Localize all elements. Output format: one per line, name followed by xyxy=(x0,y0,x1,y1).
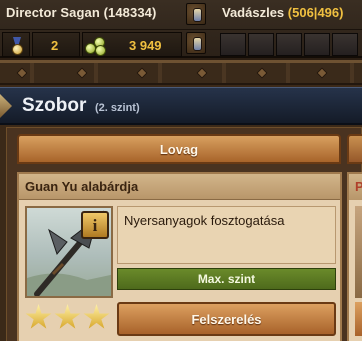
star-icon xyxy=(25,304,52,329)
window-content: Lovag Guan Yu alabárdja i Nyersanyagok f… xyxy=(6,127,362,341)
empty-slot[interactable] xyxy=(276,33,302,56)
status-row-resources: 2 3 949 xyxy=(0,29,362,58)
item-name: Guan Yu alabárdja xyxy=(25,179,139,194)
empty-slot[interactable] xyxy=(332,33,358,56)
player-name: Director Sagan xyxy=(6,5,100,20)
star-icon xyxy=(54,304,81,329)
rank-badge-icon-2[interactable] xyxy=(186,32,206,54)
player-name-label: Director Sagan (148334) xyxy=(6,5,156,20)
level-status: Max. szint xyxy=(197,272,256,286)
coins-icon xyxy=(85,37,107,57)
statue-window: Szobor (2. szint) Lovag Guan Yu alabárdj… xyxy=(0,60,362,341)
window-subtitle: (2. szint) xyxy=(95,102,140,114)
empty-slot[interactable] xyxy=(220,33,246,56)
item-card: Guan Yu alabárdja i Nyersanyagok fosztog… xyxy=(17,172,342,341)
halberd-icon: i xyxy=(25,206,113,298)
rank-badge-icon[interactable] xyxy=(186,3,206,25)
hunt-label: Vadászles (506|496) xyxy=(222,5,343,20)
decorative-strip xyxy=(0,63,362,85)
empty-slot[interactable] xyxy=(304,33,330,56)
info-icon[interactable]: i xyxy=(81,211,109,239)
star-icon xyxy=(83,304,110,329)
player-id: (148334) xyxy=(103,5,157,20)
medal-icon xyxy=(9,37,25,57)
equip-button-label: Felszerelés xyxy=(191,312,262,327)
next-card-button[interactable] xyxy=(355,302,362,336)
hunt-value: (506|496) xyxy=(287,5,344,20)
equip-button[interactable]: Felszerelés xyxy=(117,302,336,336)
top-status-bar: Director Sagan (148334) Vadászles (506|4… xyxy=(0,0,362,58)
status-row-player: Director Sagan (148334) Vadászles (506|4… xyxy=(0,0,362,29)
next-card-portrait xyxy=(355,206,362,298)
info-glyph: i xyxy=(92,216,98,235)
medal-count-cell: 2 xyxy=(32,32,80,57)
title-cap-ornament xyxy=(0,94,12,118)
level-status-bar: Max. szint xyxy=(117,268,336,290)
hunt-title: Vadászles xyxy=(222,5,285,20)
window-title-bar: Szobor (2. szint) xyxy=(0,87,362,125)
next-card-header: P xyxy=(349,174,362,200)
item-card-header: Guan Yu alabárdja xyxy=(19,174,340,200)
empty-slot[interactable] xyxy=(248,33,274,56)
medal-cell[interactable] xyxy=(2,32,30,57)
next-item-card[interactable]: P xyxy=(347,172,362,341)
coins-count: 3 949 xyxy=(129,38,162,53)
next-card-letter: P xyxy=(355,179,362,194)
tab-next[interactable] xyxy=(347,134,362,164)
tab-lovag[interactable]: Lovag xyxy=(17,134,341,164)
tab-label: Lovag xyxy=(159,142,199,157)
item-description: Nyersanyagok fosztogatása xyxy=(124,213,285,228)
window-title: Szobor xyxy=(22,95,87,116)
medal-count: 2 xyxy=(51,38,59,53)
item-description-box: Nyersanyagok fosztogatása xyxy=(117,206,336,264)
coins-cell[interactable]: 3 949 xyxy=(82,32,182,57)
star-rating xyxy=(25,304,113,338)
